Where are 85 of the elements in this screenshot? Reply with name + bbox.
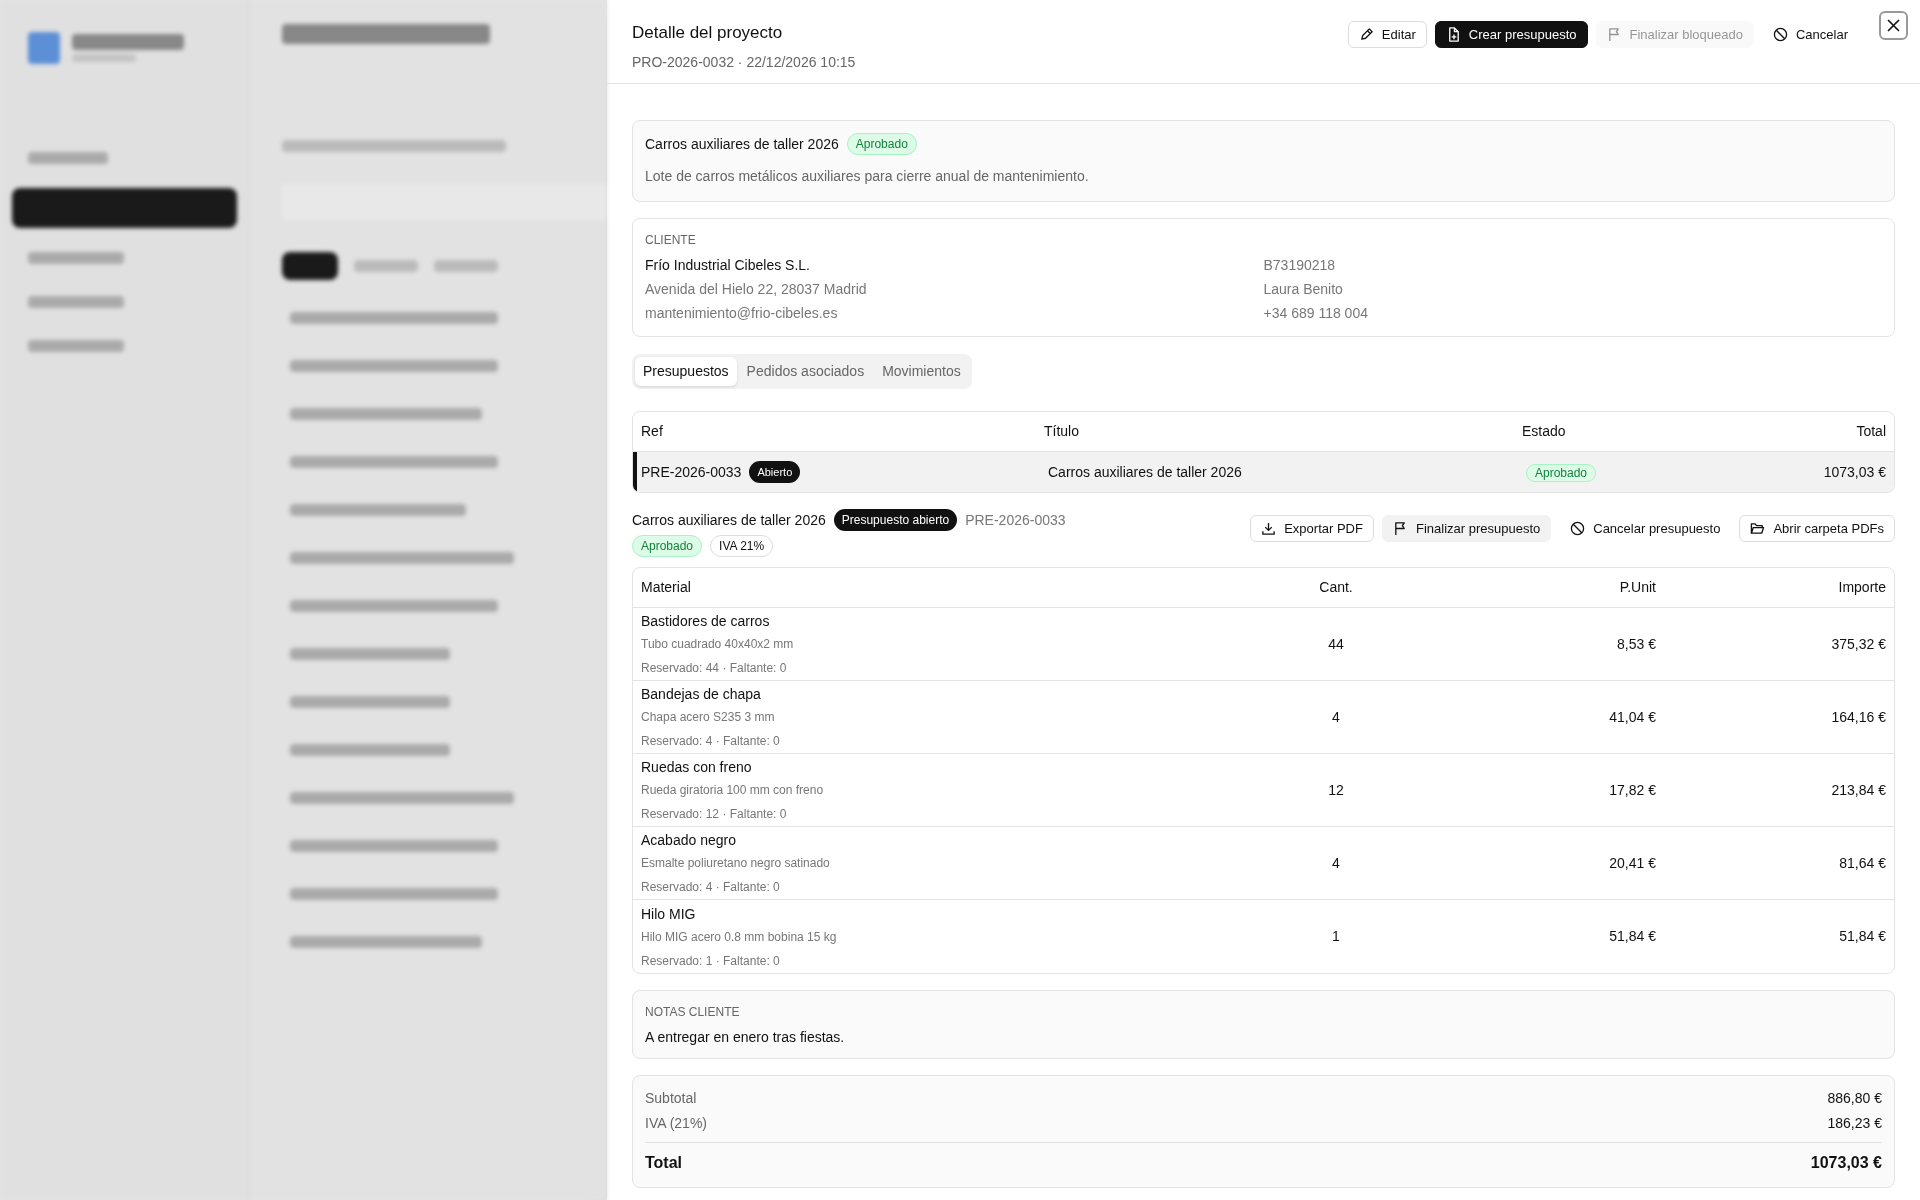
action-button[interactable]: Finalizar presupuesto [1381, 515, 1552, 542]
stock-info: Reservado: 1 · Faltante: 0 [641, 952, 781, 970]
quantity: 4 [1331, 707, 1341, 727]
material-name: Ruedas con freno [641, 758, 753, 777]
quote-row[interactable]: PRE-2026-0033 Abierto Carros auxiliares de taller 2026 Aprobado 1073,03 € [633, 452, 1894, 492]
project-name: Carros auxiliares de taller 2026 [645, 134, 839, 154]
tab[interactable]: Pedidos asociados [738, 357, 873, 386]
tab[interactable]: Presupuestos [635, 357, 737, 386]
flag-icon [1392, 521, 1408, 536]
client-heading: CLIENTE [645, 232, 697, 249]
column-header: Cant. [1318, 578, 1354, 597]
stock-info: Reservado: 12 · Faltante: 0 [641, 806, 788, 823]
notes-text: A entregar en enero tras fiestas. [645, 1028, 846, 1047]
quote-title: Carros auxiliares de taller 2026 [1048, 462, 1243, 482]
material-spec: Chapa acero S235 3 mm [641, 709, 776, 726]
close-icon [1887, 19, 1900, 32]
column-header: P.Unit [1618, 578, 1656, 597]
quote-total: 1073,03 € [1822, 462, 1886, 482]
pencil-icon [1358, 27, 1374, 42]
close-button[interactable] [1879, 11, 1908, 40]
tax-value: 186,23 € [1827, 1114, 1882, 1133]
status-badge: Aprobado [632, 535, 703, 557]
total-value: 1073,03 € [1810, 1153, 1882, 1173]
panel-subtitle: PRO-2026-0032 · 22/12/2026 10:15 [632, 52, 856, 72]
action-button[interactable]: Abrir carpeta PDFs [1739, 515, 1895, 542]
unit-price: 17,82 € [1608, 780, 1656, 800]
column-header: Material [641, 578, 692, 597]
amount: 213,84 € [1830, 780, 1886, 800]
unit-price: 20,41 € [1608, 853, 1656, 873]
amount: 164,16 € [1830, 707, 1886, 727]
material-spec: Hilo MIG acero 0.8 mm bobina 15 kg [641, 928, 838, 946]
panel-title: Detalle del proyecto [632, 22, 784, 44]
quote-ref: PRE-2026-0033 [965, 510, 1066, 530]
material-spec: Tubo cuadrado 40x40x2 mm [641, 636, 795, 653]
material-name: Bandejas de chapa [641, 685, 762, 704]
client-name: Frío Industrial Cibeles S.L. [645, 256, 811, 275]
column-header: Ref [641, 422, 664, 441]
unit-price: 8,53 € [1616, 634, 1656, 654]
project-description: Lote de carros metálicos auxiliares para cierre anual de mantenimiento. [645, 167, 1090, 186]
tab[interactable]: Movimientos [874, 357, 969, 386]
action-button[interactable]: Editar [1347, 21, 1427, 48]
quantity: 4 [1331, 853, 1341, 873]
client-tax-id: B73190218 [1263, 256, 1337, 275]
ban-icon [1772, 27, 1788, 42]
client-contact: Laura Benito [1263, 280, 1344, 299]
quote-badge: Presupuesto abierto [833, 509, 958, 531]
flag-icon [1606, 27, 1622, 42]
action-button[interactable]: Exportar PDF [1250, 515, 1374, 542]
notes-heading: NOTAS CLIENTE [645, 1004, 741, 1021]
quantity: 44 [1327, 634, 1345, 654]
material-spec: Esmalte poliuretano negro satinado [641, 855, 831, 872]
amount: 81,64 € [1838, 853, 1886, 873]
action-button[interactable]: Crear presupuesto [1434, 21, 1588, 48]
quantity: 12 [1327, 780, 1345, 800]
column-header: Total [1855, 422, 1886, 441]
client-phone: +34 689 118 004 [1263, 304, 1369, 323]
client-email: mantenimiento@frio-cibeles.es [645, 304, 839, 323]
material-name: Bastidores de carros [641, 612, 771, 631]
subtotal-value: 886,80 € [1827, 1089, 1882, 1108]
quote-title: Carros auxiliares de taller 2026 [632, 510, 826, 530]
column-header: Importe [1837, 578, 1886, 597]
material-name: Hilo MIG [641, 904, 697, 924]
folder-icon [1750, 521, 1766, 536]
stock-info: Reservado: 4 · Faltante: 0 [641, 879, 781, 896]
subtotal-label: Subtotal [645, 1089, 697, 1108]
status-badge: Aprobado [1526, 463, 1597, 482]
tax-label: IVA (21%) [645, 1114, 707, 1133]
download-icon [1261, 521, 1277, 536]
column-header: Estado [1522, 422, 1567, 441]
unit-price: 41,04 € [1608, 707, 1656, 727]
status-badge: Aprobado [846, 133, 917, 155]
amount: 375,32 € [1830, 634, 1886, 654]
ban-icon [1570, 521, 1586, 536]
total-label: Total [645, 1153, 683, 1173]
stock-info: Reservado: 44 · Faltante: 0 [641, 660, 788, 677]
stock-info: Reservado: 4 · Faltante: 0 [641, 733, 781, 750]
amount: 51,84 € [1838, 927, 1886, 946]
material-name: Acabado negro [641, 831, 737, 850]
column-header: Título [1044, 422, 1080, 441]
client-address: Avenida del Hielo 22, 28037 Madrid [645, 280, 868, 299]
quote-ref: PRE-2026-0033 [641, 462, 742, 482]
material-spec: Rueda giratoria 100 mm con freno [641, 782, 825, 799]
unit-price: 51,84 € [1608, 927, 1656, 946]
open-badge: Abierto [749, 460, 801, 484]
quantity: 1 [1331, 927, 1341, 946]
